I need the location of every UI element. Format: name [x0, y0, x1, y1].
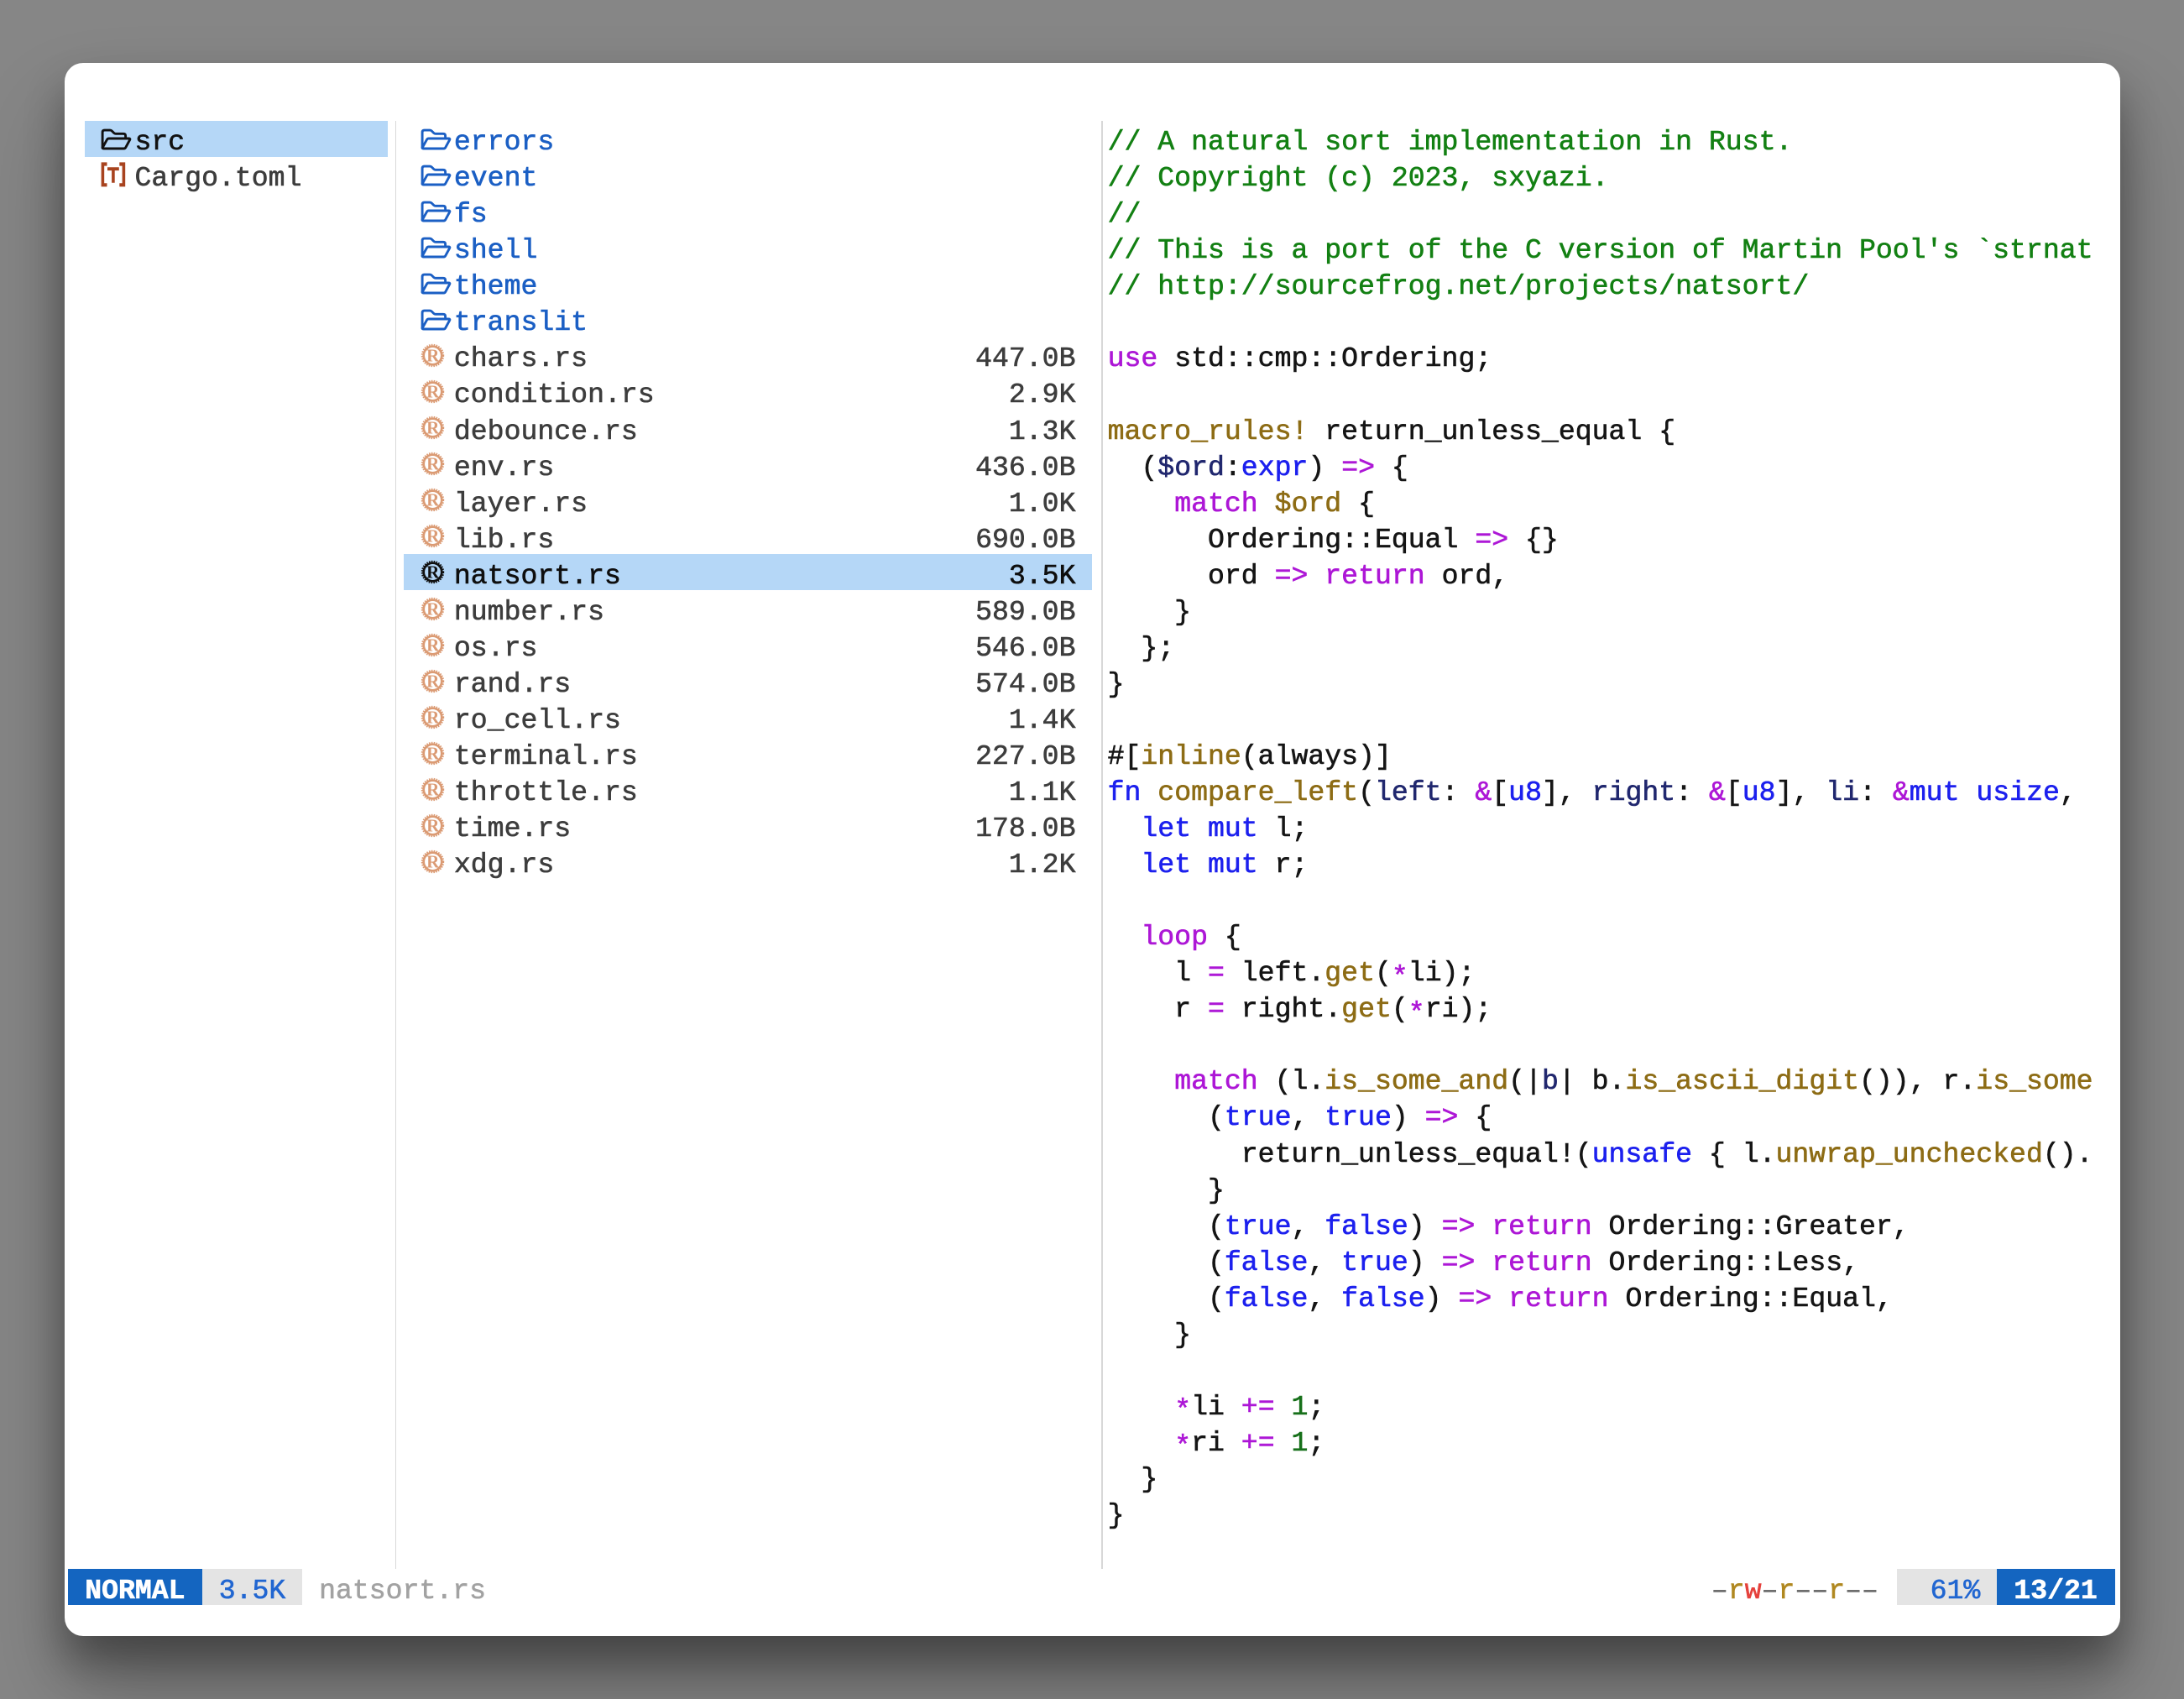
svg-text:R: R [426, 743, 440, 763]
svg-text:R: R [426, 490, 440, 510]
svg-text:R: R [426, 346, 440, 366]
svg-text:R: R [426, 671, 440, 691]
svg-text:R: R [426, 707, 440, 727]
svg-text:R: R [426, 562, 440, 583]
svg-text:R: R [426, 382, 440, 402]
svg-text:R: R [426, 635, 440, 655]
svg-text:R: R [426, 418, 440, 438]
svg-text:R: R [426, 526, 440, 546]
svg-text:R: R [426, 851, 440, 871]
svg-text:R: R [426, 599, 440, 619]
svg-text:R: R [426, 815, 440, 835]
svg-text:R: R [426, 454, 440, 474]
svg-text:R: R [426, 779, 440, 799]
